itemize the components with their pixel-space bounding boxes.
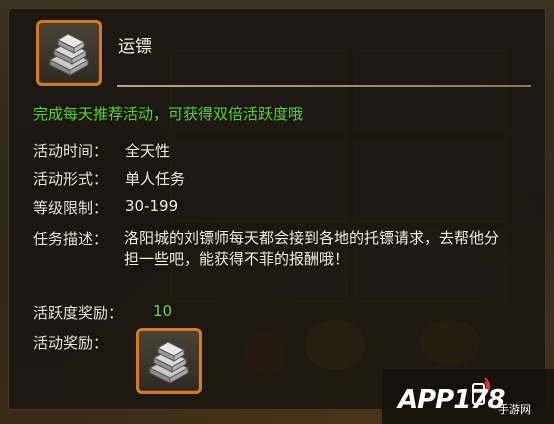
silver-ingot-icon (148, 341, 190, 384)
silver-ingot-icon (48, 33, 90, 76)
activity-points-value: 10 (153, 302, 172, 320)
form-row: 活动形式： (33, 168, 108, 189)
activity-points-value-text: 10 (153, 302, 173, 320)
watermark-logo: APP178 (398, 385, 506, 415)
time-value: 全天性 (125, 140, 170, 161)
form-value: 单人任务 (125, 168, 185, 189)
level-label: 等级限制： (33, 199, 109, 217)
title-divider (117, 85, 531, 87)
reward-row: 活动奖励： (33, 332, 108, 353)
double-activity-hint: 完成每天推荐活动，可获得双倍活跃度哦 (33, 105, 304, 123)
item-icon-frame (36, 20, 102, 86)
activity-title: 运镖 (118, 37, 152, 57)
form-label: 活动形式： (33, 170, 109, 188)
desc-row: 任务描述： (33, 228, 108, 249)
level-value: 30-199 (125, 197, 178, 215)
time-value-text: 全天性 (125, 142, 171, 160)
watermark-subtitle: 手游网 (498, 403, 531, 416)
reward-label: 活动奖励： (33, 334, 109, 352)
activity-points-row: 活跃度奖励： (33, 302, 123, 323)
desc-label: 任务描述： (33, 230, 109, 248)
level-value-text: 30-199 (125, 197, 179, 215)
form-value-text: 单人任务 (125, 170, 186, 188)
level-row: 等级限制： (33, 197, 108, 218)
desc-text: 洛阳城的刘镖师每天都会接到各地的托镖请求，去帮他分担一些吧，能获得不菲的报酬哦！ (124, 229, 500, 268)
reward-item-slot[interactable] (136, 328, 202, 394)
time-row: 活动时间： (33, 140, 108, 161)
time-label: 活动时间： (33, 142, 109, 160)
activity-points-label: 活跃度奖励： (33, 304, 124, 322)
